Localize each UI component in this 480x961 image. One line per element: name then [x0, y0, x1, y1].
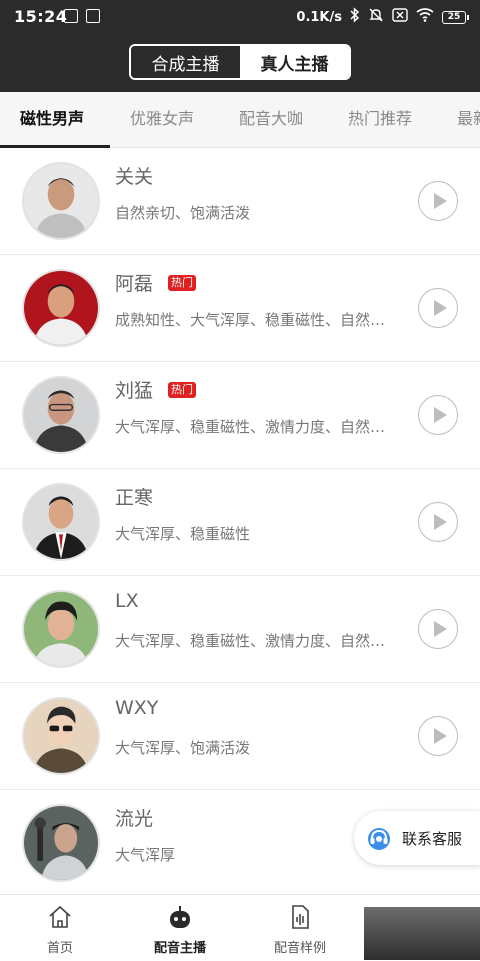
tab-hot-recommend[interactable]: 热门推荐 — [348, 92, 412, 147]
network-speed: 0.1K/s — [296, 9, 342, 25]
voice-name: 阿磊 — [115, 273, 154, 295]
voice-tags: 成熟知性、大气浑厚、稳重磁性、自然亲切 — [115, 311, 395, 329]
list-item[interactable]: 正寒 大气浑厚、稳重磁性 — [0, 469, 480, 576]
play-button[interactable] — [418, 395, 458, 435]
avatar — [22, 483, 100, 561]
avatar — [22, 804, 100, 882]
voice-list: 关关 自然亲切、饱满活泼 阿磊 热门 成熟知性、大气浑厚、稳重磁性、自然亲切 刘… — [0, 148, 480, 894]
home-icon — [49, 905, 71, 928]
voice-name: 关关 — [115, 166, 154, 188]
nav-home-label: 首页 — [46, 941, 73, 956]
nav-dubbing-samples[interactable]: 配音样例 — [240, 895, 360, 961]
notification-icon — [64, 9, 78, 23]
play-button[interactable] — [418, 609, 458, 649]
battery-icon: 25 — [442, 10, 469, 24]
avatar — [22, 697, 100, 775]
voice-name: 刘猛 — [115, 380, 154, 402]
voice-tags: 大气浑厚、饱满活泼 — [115, 739, 251, 757]
category-tabs: 磁性男声 优雅女声 配音大咖 热门推荐 最新 — [0, 92, 480, 148]
contact-service-button[interactable]: 联系客服 — [354, 811, 480, 865]
avatar — [22, 590, 100, 668]
voice-name: WXY — [115, 697, 159, 719]
hot-badge: 热门 — [168, 275, 196, 291]
status-bar: 15:24 0.1K/s 25 — [0, 0, 480, 34]
list-item[interactable]: WXY 大气浑厚、饱满活泼 — [0, 683, 480, 790]
status-time: 15:24 — [14, 7, 68, 26]
play-button[interactable] — [418, 502, 458, 542]
tab-magnetic-male[interactable]: 磁性男声 — [20, 92, 84, 147]
avatar — [22, 376, 100, 454]
nav-home[interactable]: 首页 — [0, 895, 120, 961]
wifi-icon — [416, 8, 434, 26]
top-header: 15:24 0.1K/s 25 合成主播 真人主播 — [0, 0, 480, 92]
tab-latest[interactable]: 最新 — [457, 92, 480, 147]
mute-bell-icon — [368, 7, 384, 27]
voice-tags: 大气浑厚、稳重磁性、激情力度、自然亲切 — [115, 418, 395, 436]
voice-name: LX — [115, 590, 139, 612]
avatar — [22, 162, 100, 240]
voice-name: 正寒 — [115, 487, 154, 509]
list-item[interactable]: 刘猛 热门 大气浑厚、稳重磁性、激情力度、自然亲切 — [0, 362, 480, 469]
nav-dubbing-anchor[interactable]: 配音主播 — [120, 895, 240, 961]
play-button[interactable] — [418, 716, 458, 756]
avatar — [22, 269, 100, 347]
nav-overlay-block — [364, 907, 480, 960]
bluetooth-icon — [350, 7, 360, 27]
status-right: 0.1K/s 25 — [296, 7, 469, 27]
nav-dubbing-samples-label: 配音样例 — [273, 941, 326, 956]
voice-tags: 大气浑厚 — [115, 846, 176, 864]
segment-real-person[interactable]: 真人主播 — [240, 46, 349, 78]
anchor-type-switch: 合成主播 真人主播 — [129, 44, 351, 80]
tab-elegant-female[interactable]: 优雅女声 — [130, 92, 194, 147]
headset-icon — [368, 828, 390, 850]
contact-service-label: 联系客服 — [402, 829, 463, 848]
voice-tags: 大气浑厚、稳重磁性、激情力度、自然亲切 — [115, 632, 395, 650]
voice-name: 流光 — [115, 808, 154, 830]
audio-file-icon — [292, 905, 309, 929]
play-button[interactable] — [418, 288, 458, 328]
voice-tags: 自然亲切、饱满活泼 — [115, 204, 251, 222]
robot-icon — [170, 906, 190, 928]
list-item[interactable]: 关关 自然亲切、饱满活泼 — [0, 148, 480, 255]
tab-dubbing-master[interactable]: 配音大咖 — [239, 92, 303, 147]
list-item[interactable]: 阿磊 热门 成熟知性、大气浑厚、稳重磁性、自然亲切 — [0, 255, 480, 362]
play-button[interactable] — [418, 181, 458, 221]
sim-off-icon — [392, 8, 408, 26]
voice-tags: 大气浑厚、稳重磁性 — [115, 525, 251, 543]
list-item[interactable]: LX 大气浑厚、稳重磁性、激情力度、自然亲切 — [0, 576, 480, 683]
nav-dubbing-anchor-label: 配音主播 — [153, 941, 206, 956]
hot-badge: 热门 — [168, 382, 196, 398]
notification-icon — [86, 9, 100, 23]
segment-synthetic[interactable]: 合成主播 — [131, 46, 240, 78]
